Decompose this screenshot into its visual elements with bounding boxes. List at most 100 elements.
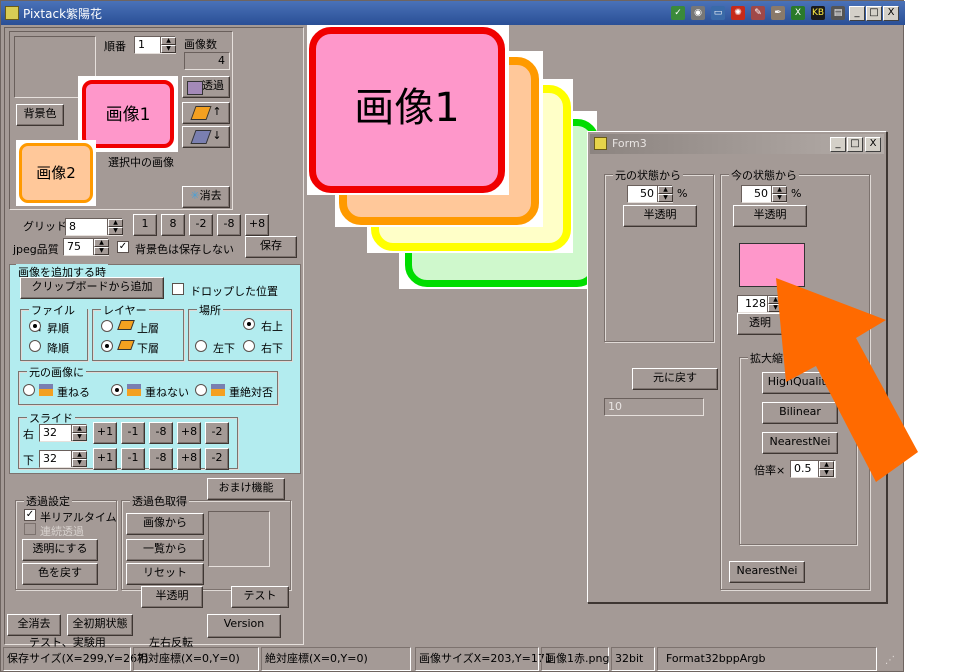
form3-orig-semi-button[interactable]: 半透明	[623, 205, 697, 227]
grid-step-8[interactable]: 8	[161, 214, 185, 236]
desc-radio[interactable]	[29, 340, 41, 352]
semi-trans-button[interactable]: 半透明	[141, 586, 203, 608]
tray-film-icon[interactable]: ▤	[831, 6, 845, 20]
tray-pen-icon[interactable]: ✒	[771, 6, 785, 20]
form3-orig-title: 元の状態から	[613, 167, 683, 183]
slide-down-plus1[interactable]: +1	[93, 448, 117, 470]
tray-kb-icon[interactable]: KB	[811, 6, 825, 20]
grid-step-plus8[interactable]: +8	[245, 214, 269, 236]
tray-monitor-icon[interactable]: ▭	[711, 6, 725, 20]
version-button[interactable]: Version	[207, 614, 281, 638]
semi-realtime-checkbox[interactable]: ✓	[24, 509, 36, 521]
absolute-no-radio[interactable]	[195, 384, 207, 396]
form3-minimize-button[interactable]: _	[830, 137, 846, 152]
canvas-area[interactable]: 画像1	[307, 25, 599, 295]
asc-label: 昇順	[47, 322, 69, 335]
slide-right-plus8[interactable]: +8	[177, 422, 201, 444]
bgcolor-button[interactable]: 背景色	[16, 104, 64, 126]
slide-right-plus1[interactable]: +1	[93, 422, 117, 444]
tray-disc-icon[interactable]: ◉	[691, 6, 705, 20]
trans-color-title: 透過色取得	[130, 493, 189, 509]
no-overlap-radio[interactable]	[111, 384, 123, 396]
no-save-bg-checkbox[interactable]: ✓	[117, 241, 129, 253]
save-button[interactable]: 保存	[245, 236, 297, 258]
from-image-button[interactable]: 画像から	[126, 513, 204, 535]
upper-radio[interactable]	[101, 320, 113, 332]
place-group-title: 場所	[197, 302, 223, 318]
form3-current-spinner[interactable]: ▲ ▼	[771, 186, 787, 202]
top-right-label: 右上	[261, 320, 283, 333]
title-bar[interactable]: Pixtack紫陽花 ✓ ◉ ▭ ✺ ✎ ✒ X KB ▤ _ □ X	[1, 1, 905, 25]
from-list-button[interactable]: 一覧から	[126, 539, 204, 561]
grid-step-1[interactable]: 1	[133, 214, 157, 236]
all-init-button[interactable]: 全初期状態	[67, 614, 133, 636]
slide-down-spinner[interactable]: ▲ ▼	[71, 451, 87, 467]
bottom-right-radio[interactable]	[243, 340, 255, 352]
slide-right-label: 右	[23, 428, 34, 441]
bonus-button[interactable]: おまけ機能	[207, 478, 285, 500]
absolute-no-label: 重絶対否	[229, 386, 273, 399]
desc-label: 降順	[47, 342, 69, 355]
grid-spinner[interactable]: ▲ ▼	[107, 219, 123, 235]
no-save-bg-label: 背景色は保存しない	[135, 243, 234, 256]
layer-up-button[interactable]: ↑	[182, 102, 230, 124]
jpeg-spinner[interactable]: ▲ ▼	[93, 239, 109, 255]
resize-grip-icon[interactable]: ⋰	[885, 655, 899, 669]
clipboard-add-button[interactable]: クリップボードから追加	[20, 277, 164, 299]
jpeg-label: jpeg品質	[13, 243, 59, 256]
top-right-radio[interactable]	[243, 318, 255, 330]
make-transparent-button[interactable]: 透明にする	[22, 539, 98, 561]
drop-position-label: ドロップした位置	[190, 285, 278, 298]
nearest-bottom-button[interactable]: NearestNei	[729, 561, 805, 583]
layer-down-button[interactable]: ↓	[182, 126, 230, 148]
continuous-trans-label: 連続透過	[40, 525, 84, 538]
erase-all-button[interactable]: 全消去	[7, 614, 61, 636]
grid-step-minus2[interactable]: -2	[189, 214, 213, 236]
slide-down-plus8[interactable]: +8	[177, 448, 201, 470]
form3-current-semi-button[interactable]: 半透明	[733, 205, 807, 227]
tray-excel-icon[interactable]: X	[791, 6, 805, 20]
status-save-size: 保存サイズ(X=299,Y=267)	[3, 647, 148, 671]
restore-color-button[interactable]: 色を戻す	[22, 563, 98, 585]
no-overlap-label: 重ねない	[145, 386, 189, 399]
reset-button[interactable]: リセット	[126, 563, 204, 585]
slide-right-minus2[interactable]: -2	[205, 422, 229, 444]
grid-step-minus8[interactable]: -8	[217, 214, 241, 236]
layer-group-title: レイヤー	[101, 302, 149, 318]
thumb2-frame[interactable]: 画像2	[16, 140, 96, 206]
card-image1[interactable]: 画像1	[309, 27, 505, 193]
form3-titlebar[interactable]: Form3 _ □ X	[590, 134, 884, 154]
close-button[interactable]: X	[883, 6, 899, 21]
slide-right-minus1[interactable]: -1	[121, 422, 145, 444]
asc-radio[interactable]	[29, 320, 41, 332]
form3-close-button[interactable]: X	[865, 137, 881, 152]
maximize-button[interactable]: □	[866, 6, 882, 21]
minimize-button[interactable]: _	[849, 6, 865, 21]
tray-bug-icon[interactable]: ✺	[731, 6, 745, 20]
overlap-radio[interactable]	[23, 384, 35, 396]
form3-maximize-button[interactable]: □	[847, 137, 863, 152]
thumb1-label: 画像1	[105, 105, 151, 125]
test-button[interactable]: テスト	[231, 586, 289, 608]
lower-radio[interactable]	[101, 340, 113, 352]
slide-down-minus1[interactable]: -1	[121, 448, 145, 470]
bottom-left-radio[interactable]	[195, 340, 207, 352]
slide-down-minus2[interactable]: -2	[205, 448, 229, 470]
form3-orig-spinner[interactable]: ▲ ▼	[657, 186, 673, 202]
erase-button[interactable]: ✳消去	[182, 186, 230, 208]
tray-check-icon[interactable]: ✓	[671, 6, 685, 20]
slide-right-minus8[interactable]: -8	[149, 422, 173, 444]
drop-position-checkbox[interactable]	[172, 283, 184, 295]
slide-right-spinner[interactable]: ▲ ▼	[71, 425, 87, 441]
filename-group: ファイル名 昇順 降順	[20, 302, 88, 361]
continuous-trans-checkbox[interactable]	[24, 523, 36, 535]
tray-tool-icon[interactable]: ✎	[751, 6, 765, 20]
overlap-label: 重ねる	[57, 386, 90, 399]
form3-restore-button[interactable]: 元に戻す	[632, 368, 718, 390]
thumbnail-area: 背景色 画像1 画像2 順番 1 ▲ ▼ 画像数 4 透過 ↑ ↓ 選択中の画像…	[9, 31, 233, 210]
transparent-button[interactable]: 透過	[182, 76, 230, 98]
trans-color-group: 透過色取得 画像から 一覧から リセット	[121, 493, 291, 590]
trans-color-swatch[interactable]	[208, 511, 270, 567]
order-spinner[interactable]: ▲ ▼	[160, 37, 176, 53]
slide-down-minus8[interactable]: -8	[149, 448, 173, 470]
